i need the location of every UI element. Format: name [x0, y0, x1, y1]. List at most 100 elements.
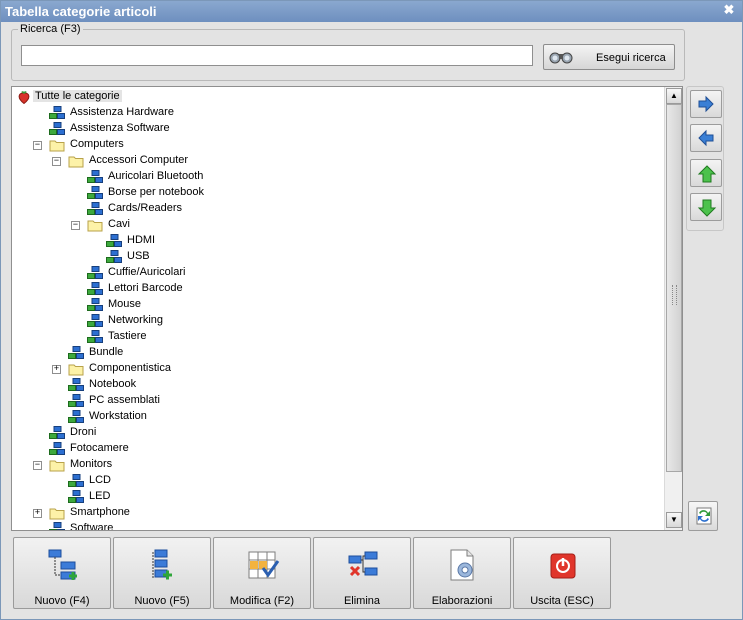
tree-node[interactable]: Tastiere — [12, 329, 652, 345]
tree-node[interactable]: − Accessori Computer — [12, 153, 652, 169]
tree-node[interactable]: Cuffie/Auricolari — [12, 265, 652, 281]
tree-node-label: Cards/Readers — [108, 202, 182, 214]
category-icon — [87, 298, 103, 312]
indent-right-button[interactable] — [690, 90, 722, 118]
tree-node-label: Notebook — [89, 378, 137, 390]
tree-node[interactable]: Networking — [12, 313, 652, 329]
folder-icon — [87, 218, 103, 232]
tree-node-label: Workstation — [89, 410, 147, 422]
tree-node-label: Auricolari Bluetooth — [108, 170, 204, 182]
category-icon — [49, 122, 65, 136]
scroll-up-arrow-icon[interactable]: ▲ — [666, 88, 682, 104]
collapse-toggle-icon[interactable]: − — [33, 461, 42, 470]
tree-node[interactable]: − Cavi — [12, 217, 652, 233]
vertical-scrollbar[interactable]: ▲ ▼ — [664, 87, 682, 530]
category-icon — [68, 346, 84, 360]
tree-node[interactable]: + Componentistica — [12, 361, 652, 377]
new-child-icon — [152, 549, 172, 580]
modifica-button[interactable]: Modifica (F2) — [213, 537, 311, 609]
side-button-group — [686, 86, 724, 231]
tree-node[interactable]: Fotocamere — [12, 441, 652, 457]
close-icon[interactable]: ✖ — [722, 3, 736, 17]
category-icon — [87, 282, 103, 296]
tree-node-label: Borse per notebook — [108, 186, 205, 198]
search-button[interactable]: Esegui ricerca — [543, 44, 675, 70]
tree-node-label: PC assemblati — [89, 394, 160, 406]
search-input[interactable] — [21, 45, 533, 66]
search-legend: Ricerca (F3) — [18, 23, 83, 35]
tree-node[interactable]: Bundle — [12, 345, 652, 361]
category-icon — [87, 330, 103, 344]
category-icon — [49, 522, 65, 530]
tree-node[interactable]: Auricolari Bluetooth — [12, 169, 652, 185]
tree-node-label: USB — [127, 250, 150, 262]
category-icon — [87, 266, 103, 280]
indent-left-button[interactable] — [690, 124, 722, 152]
tree-node[interactable]: Assistenza Software — [12, 121, 652, 137]
tree-node-label: Networking — [108, 314, 164, 326]
scrollbar-thumb[interactable] — [666, 104, 682, 472]
tree-node[interactable]: Software — [12, 521, 652, 530]
new-sibling-icon — [48, 549, 77, 580]
tree-node[interactable]: PC assemblati — [12, 393, 652, 409]
arrow-left-icon — [698, 129, 714, 147]
move-down-button[interactable] — [690, 193, 722, 221]
tree-node[interactable]: Droni — [12, 425, 652, 441]
collapse-toggle-icon[interactable]: − — [52, 157, 61, 166]
refresh-button[interactable] — [688, 501, 718, 531]
tree-node[interactable]: LCD — [12, 473, 652, 489]
collapse-toggle-icon[interactable]: − — [33, 141, 42, 150]
tree-node-label: Smartphone — [70, 506, 130, 518]
nuovo-f5-button[interactable]: Nuovo (F5) — [113, 537, 211, 609]
category-icon — [87, 202, 103, 216]
move-up-button[interactable] — [690, 159, 722, 187]
uscita-button[interactable]: Uscita (ESC) — [513, 537, 611, 609]
tree-node[interactable]: − Computers — [12, 137, 652, 153]
category-tree-panel: Tutte le categorie Assistenza Hardware Ass… — [11, 86, 683, 531]
tree-node[interactable]: HDMI — [12, 233, 652, 249]
category-icon — [68, 490, 84, 504]
tree-node[interactable]: Mouse — [12, 297, 652, 313]
tree-node-label: Assistenza Hardware — [70, 106, 174, 118]
elimina-button[interactable]: Elimina — [313, 537, 411, 609]
tree-node-label: Accessori Computer — [89, 154, 189, 166]
category-tree[interactable]: Tutte le categorie Assistenza Hardware Ass… — [12, 87, 664, 530]
bottom-toolbar: Nuovo (F4) Nuovo (F5) Modifica (F2) Elim… — [11, 537, 611, 611]
process-document-icon — [450, 549, 474, 581]
tree-node-label: Cuffie/Auricolari — [108, 266, 186, 278]
tree-node[interactable]: Workstation — [12, 409, 652, 425]
category-icon — [68, 410, 84, 424]
tree-node[interactable]: − Monitors — [12, 457, 652, 473]
nuovo-f5-label: Nuovo (F5) — [134, 595, 190, 607]
tree-node[interactable]: Borse per notebook — [12, 185, 652, 201]
tree-node[interactable]: Assistenza Hardware — [12, 105, 652, 121]
binoculars-icon — [549, 52, 573, 64]
tree-node[interactable]: USB — [12, 249, 652, 265]
category-icon — [68, 378, 84, 392]
elimina-label: Elimina — [343, 595, 381, 607]
window-title: Tabella categorie articoli — [5, 4, 157, 19]
collapse-toggle-icon[interactable]: − — [71, 221, 80, 230]
folder-icon — [49, 458, 65, 472]
tree-node-label: Tutte le categorie — [33, 90, 122, 102]
tree-node[interactable]: Tutte le categorie — [12, 89, 652, 105]
elaborazioni-label: Elaborazioni — [431, 595, 493, 607]
tree-node[interactable]: Notebook — [12, 377, 652, 393]
tree-node[interactable]: Lettori Barcode — [12, 281, 652, 297]
expand-toggle-icon[interactable]: + — [52, 365, 61, 374]
category-icon — [87, 314, 103, 328]
tree-node-label: Bundle — [89, 346, 124, 358]
category-icon — [106, 234, 122, 248]
tree-node-label: Lettori Barcode — [108, 282, 183, 294]
tree-node[interactable]: + Smartphone — [12, 505, 652, 521]
expand-toggle-icon[interactable]: + — [33, 509, 42, 518]
scroll-down-arrow-icon[interactable]: ▼ — [666, 512, 682, 528]
arrow-down-icon — [697, 199, 717, 217]
tree-node[interactable]: Cards/Readers — [12, 201, 652, 217]
tree-node-label: Cavi — [108, 218, 131, 230]
nuovo-f4-button[interactable]: Nuovo (F4) — [13, 537, 111, 609]
tree-node[interactable]: LED — [12, 489, 652, 505]
tree-node-label: Droni — [70, 426, 97, 438]
tree-node-label: LED — [89, 490, 111, 502]
elaborazioni-button[interactable]: Elaborazioni — [413, 537, 511, 609]
